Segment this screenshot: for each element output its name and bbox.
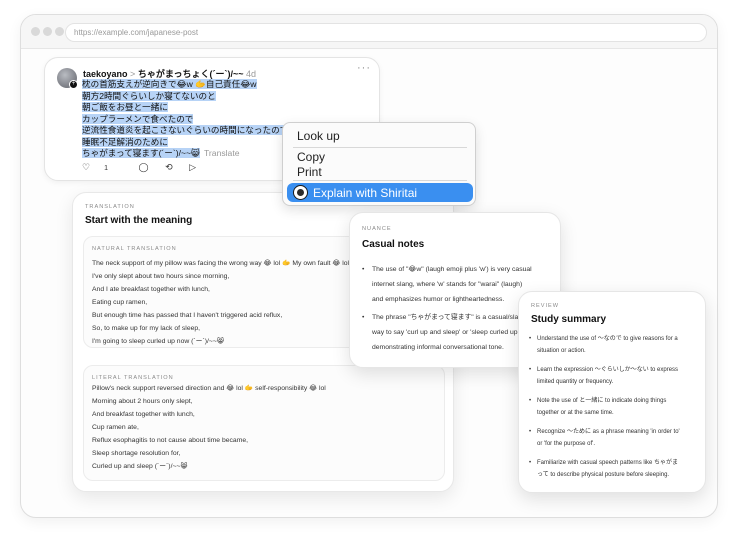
natural-translation-line: I'm going to sleep curled up now (´ー`)/~… xyxy=(92,338,224,345)
natural-translation-label: NATURAL TRANSLATION xyxy=(92,246,177,252)
natural-translation-line: Eating cup ramen, xyxy=(92,299,148,306)
nuance-item-line: The use of "😂w" (laugh emoji plus 'w') i… xyxy=(372,266,532,273)
study-kicker: REVIEW xyxy=(531,303,560,309)
study-item-line: together or at the same time. xyxy=(537,410,614,416)
like-button[interactable]: ♡ 1 xyxy=(82,162,122,173)
literal-translation-line: Curled up and sleep (´ー`)/~~😸 xyxy=(92,463,188,470)
natural-translation-line: I've only slept about two hours since mo… xyxy=(92,273,230,280)
bullet-icon: • xyxy=(362,266,365,273)
study-item: • Recognize ～ために as a phrase meaning 'in… xyxy=(529,426,699,450)
natural-translation-line: So, to make up for my lack of sleep, xyxy=(92,325,201,332)
nuance-item-line: internet slang, where 'w' stands for "wa… xyxy=(372,281,523,288)
address-bar[interactable]: https://example.com/japanese-post xyxy=(65,23,707,42)
window-maximize-dot[interactable] xyxy=(55,27,64,36)
study-item: • Note the use of と一緒に to indicate doing… xyxy=(529,395,699,419)
post-line: 逆流性食道炎を起こさないぐらいの時間になったので xyxy=(82,125,289,135)
like-count: 1 xyxy=(104,165,108,172)
natural-translation-line: The neck support of my pillow was facing… xyxy=(92,260,350,267)
menu-item-copy[interactable]: Copy xyxy=(297,150,325,164)
literal-translation-line: Cup ramen ate, xyxy=(92,424,139,431)
stage: https://example.com/japanese-post + taek… xyxy=(0,0,736,536)
follow-badge-icon[interactable]: + xyxy=(69,80,78,89)
send-icon[interactable]: ▷ xyxy=(189,162,196,173)
post-separator: > xyxy=(130,69,136,79)
post-line: 枕の首筋支えが逆向きで😂w 🫱自己責任😂w xyxy=(82,79,257,89)
study-item-line: って to describe physical posture before s… xyxy=(537,472,670,478)
natural-translation-line: And I ate breakfast together with lunch, xyxy=(92,286,210,293)
literal-translation-line: Morning about 2 hours only slept, xyxy=(92,398,193,405)
context-menu: Look up Copy Print Explain with Shiritai xyxy=(282,122,476,206)
translate-link[interactable]: Translate xyxy=(204,148,240,158)
more-options-icon[interactable]: ··· xyxy=(357,62,371,74)
study-item-line: situation or action. xyxy=(537,348,586,354)
literal-translation-line: Sleep shortage resolution for, xyxy=(92,450,181,457)
post-username[interactable]: taekoyano xyxy=(83,69,128,79)
shiritai-logo-icon xyxy=(293,185,308,200)
post-line: 朝ご飯をお昼と一緒に xyxy=(82,102,168,112)
post-line: 睡眠不足解消のために xyxy=(82,136,168,147)
nuance-title: Casual notes xyxy=(362,239,425,250)
translation-kicker: TRANSLATION xyxy=(85,204,135,210)
bullet-icon: • xyxy=(529,398,532,404)
study-item-line: limited quantity or frequency. xyxy=(537,379,614,385)
post-line: 朝方2時間ぐらいしか寝てないのと xyxy=(82,90,216,101)
repost-icon[interactable]: ⟲ xyxy=(165,162,173,173)
literal-translation-line: And breakfast together with lunch, xyxy=(92,411,195,418)
menu-item-look-up[interactable]: Look up xyxy=(297,129,340,143)
comment-icon[interactable]: ◯ xyxy=(139,162,149,173)
bullet-icon: • xyxy=(529,336,532,342)
post-text[interactable]: 枕の首筋支えが逆向きで😂w 🫱自己責任😂w 朝方2時間ぐらいしか寝てないのと 朝… xyxy=(82,79,289,160)
menu-divider xyxy=(293,147,467,148)
study-item: • Understand the use of ～なので to give rea… xyxy=(529,333,699,357)
literal-translation-panel: LITERAL TRANSLATION Pillow's neck suppor… xyxy=(83,365,445,481)
post-line: ちゃがまって寝ます(´ー`)/~~😸 xyxy=(82,148,200,158)
study-item-line: Understand the use of ～なので to give reaso… xyxy=(537,336,678,342)
bullet-icon: • xyxy=(529,367,532,373)
literal-translation-label: LITERAL TRANSLATION xyxy=(92,375,174,381)
bullet-icon: • xyxy=(529,460,532,466)
study-item-line: Note the use of と一緒に to indicate doing t… xyxy=(537,398,667,404)
nuance-kicker: NUANCE xyxy=(362,226,392,232)
study-item-line: or 'for the purpose of'. xyxy=(537,441,595,447)
study-item-line: Familiarize with casual speech patterns … xyxy=(537,460,679,466)
literal-translation-line: Pillow's neck support reversed direction… xyxy=(92,385,326,392)
post-display-name[interactable]: ちゃがまっちょく(´ー`)/~~ xyxy=(138,69,244,79)
menu-item-print[interactable]: Print xyxy=(297,165,322,179)
window-close-dot[interactable] xyxy=(31,27,40,36)
window-minimize-dot[interactable] xyxy=(43,27,52,36)
study-item-line: Learn the expression ～ぐらいしか～ない to expres… xyxy=(537,367,679,373)
menu-item-label: Explain with Shiritai xyxy=(313,186,418,200)
post-line: カップラーメンで食べたので xyxy=(82,113,194,124)
bullet-icon: • xyxy=(529,429,532,435)
study-item-line: Recognize ～ために as a phrase meaning 'in o… xyxy=(537,429,680,435)
menu-divider xyxy=(293,180,467,181)
study-item: • Familiarize with casual speech pattern… xyxy=(529,457,699,481)
study-item: • Learn the expression ～ぐらいしか～ない to expr… xyxy=(529,364,699,388)
browser-toolbar: https://example.com/japanese-post xyxy=(21,15,717,49)
post-time: 4d xyxy=(246,69,257,79)
heart-icon: ♡ xyxy=(82,162,91,172)
study-summary-card: REVIEW Study summary • Understand the us… xyxy=(518,291,706,493)
post-actions: ♡ 1 ◯ ⟲ ▷ xyxy=(82,162,210,173)
study-title: Study summary xyxy=(531,314,607,325)
translation-title: Start with the meaning xyxy=(85,215,193,226)
literal-translation-line: Reflux esophagitis to not cause about ti… xyxy=(92,437,249,444)
bullet-icon: • xyxy=(362,314,365,321)
natural-translation-line: But enough time has passed that I haven'… xyxy=(92,312,283,319)
menu-item-explain-with-shiritai[interactable]: Explain with Shiritai xyxy=(287,183,473,202)
